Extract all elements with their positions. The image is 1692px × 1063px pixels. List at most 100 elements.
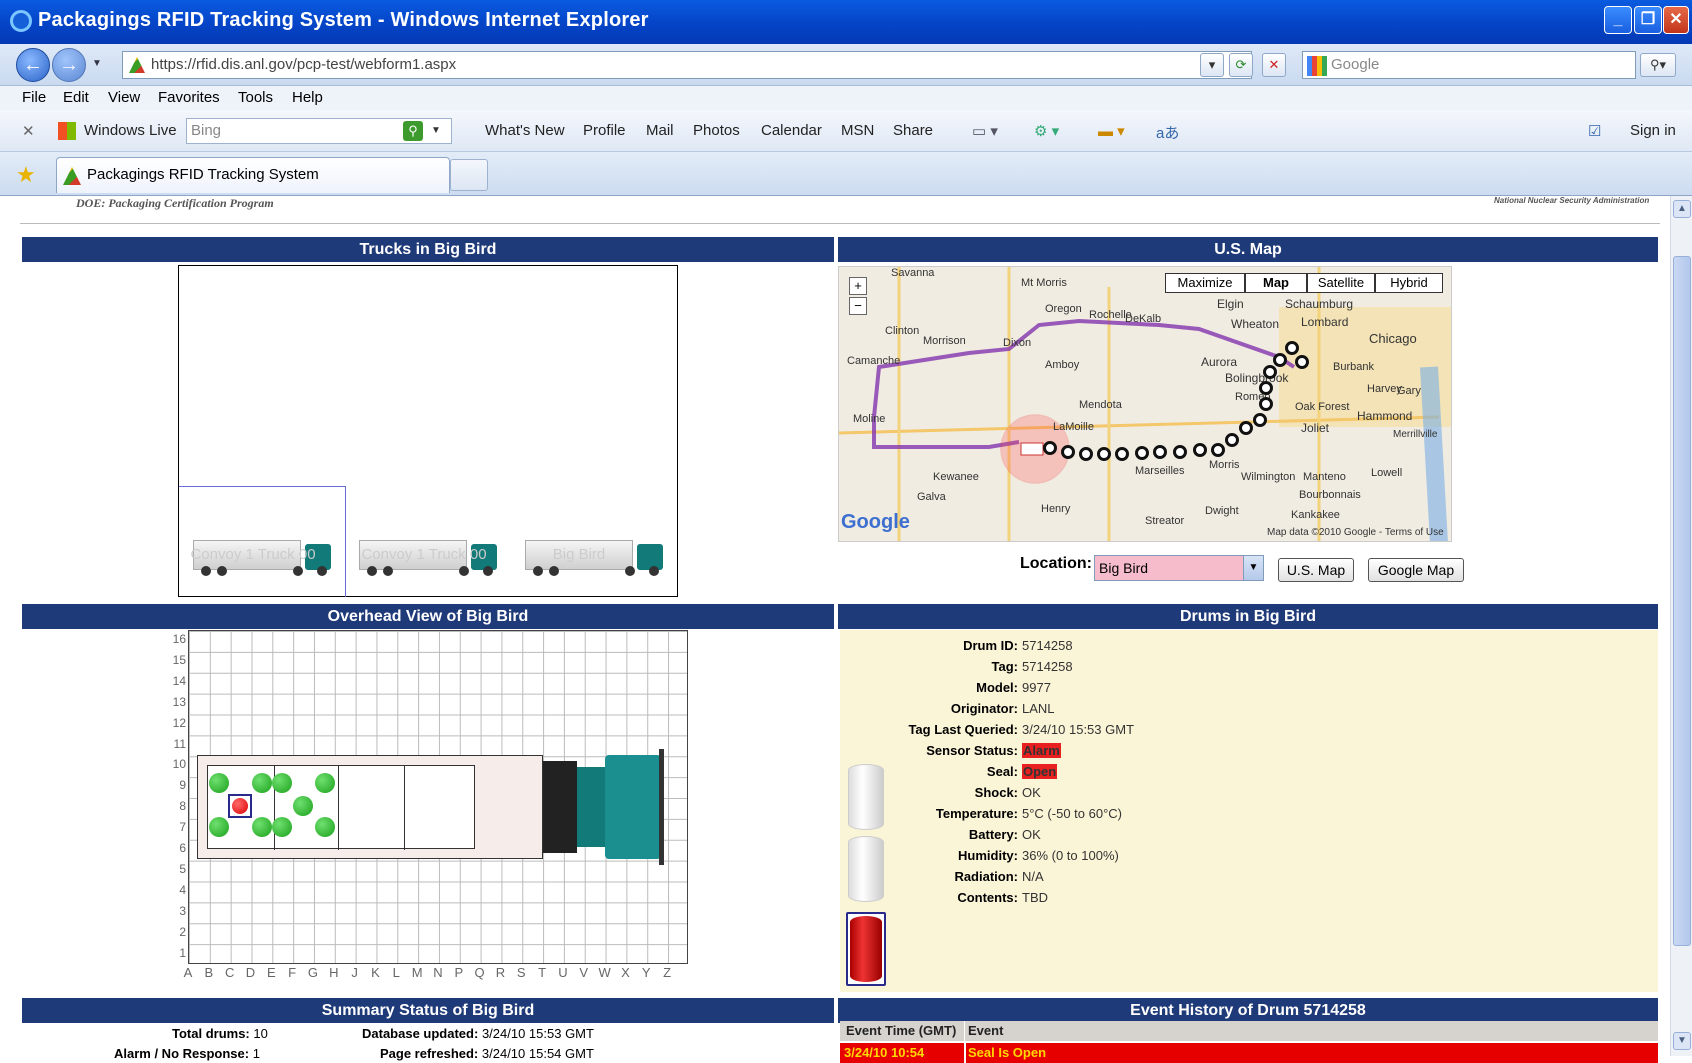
menu-file[interactable]: File bbox=[22, 89, 46, 106]
link-calendar[interactable]: Calendar bbox=[761, 122, 822, 139]
link-share[interactable]: Share bbox=[893, 122, 933, 139]
route-stop-marker[interactable] bbox=[1153, 445, 1167, 459]
scroll-up-icon[interactable]: ▲ bbox=[1673, 200, 1691, 218]
back-button[interactable]: ← bbox=[16, 48, 50, 82]
bing-search-input[interactable]: Bing ⚲ ▼ bbox=[186, 118, 452, 144]
folder-icon[interactable]: ▬ ▾ bbox=[1098, 122, 1125, 140]
menu-favorites[interactable]: Favorites bbox=[158, 89, 220, 106]
drum-marker-green[interactable] bbox=[272, 817, 292, 837]
map-credit[interactable]: Map data ©2010 Google - Terms of Use bbox=[1267, 527, 1444, 538]
route-stop-marker[interactable] bbox=[1193, 443, 1207, 457]
menu-tools[interactable]: Tools bbox=[238, 89, 273, 106]
maximize-button[interactable]: ❐ bbox=[1634, 6, 1662, 34]
search-go-icon[interactable]: ⚲▾ bbox=[1640, 53, 1676, 77]
google-map-button[interactable]: Google Map bbox=[1368, 558, 1464, 582]
col-event-time[interactable]: Event Time (GMT) bbox=[846, 1021, 956, 1041]
link-msn[interactable]: MSN bbox=[841, 122, 874, 139]
link-photos[interactable]: Photos bbox=[693, 122, 740, 139]
map-type-map-button[interactable]: Map bbox=[1245, 273, 1307, 293]
truck-card[interactable]: Big Bird bbox=[525, 536, 685, 576]
menu-help[interactable]: Help bbox=[292, 89, 323, 106]
menu-view[interactable]: View bbox=[108, 89, 140, 106]
vertical-scrollbar[interactable]: ▲ ▼ bbox=[1670, 196, 1692, 1056]
drum-marker-alarm[interactable] bbox=[228, 794, 252, 818]
summary-db-updated: Database updated: 3/24/10 15:53 GMT bbox=[362, 1026, 594, 1041]
drum-marker-green[interactable] bbox=[272, 773, 292, 793]
drum-marker-green[interactable] bbox=[209, 773, 229, 793]
route-stop-marker[interactable] bbox=[1173, 445, 1187, 459]
checkbox-icon[interactable]: ☑ bbox=[1588, 122, 1601, 140]
scrollbar-thumb[interactable] bbox=[1673, 256, 1691, 946]
route-stop-marker[interactable] bbox=[1115, 447, 1129, 461]
menu-bar: File Edit View Favorites Tools Help bbox=[0, 86, 1692, 110]
route-stop-marker[interactable] bbox=[1273, 353, 1287, 367]
windows-live-link[interactable]: Windows Live bbox=[84, 122, 177, 139]
route-stop-marker[interactable] bbox=[1239, 421, 1253, 435]
route-stop-marker[interactable] bbox=[1135, 446, 1149, 460]
url-dropdown-icon[interactable]: ▾ bbox=[1200, 53, 1224, 77]
sign-in-link[interactable]: Sign in bbox=[1630, 122, 1676, 139]
route-stop-marker[interactable] bbox=[1253, 413, 1267, 427]
favorites-star-icon[interactable]: ★ bbox=[16, 162, 36, 188]
route-stop-marker[interactable] bbox=[1211, 443, 1225, 457]
tools-icon[interactable]: ⚙ ▾ bbox=[1034, 122, 1059, 140]
zoom-in-button[interactable]: + bbox=[849, 277, 867, 295]
summary-header: Summary Status of Big Bird bbox=[22, 998, 834, 1023]
bing-search-icon[interactable]: ⚲ bbox=[403, 121, 423, 141]
toolbar-close-icon[interactable]: ✕ bbox=[22, 122, 35, 140]
us-map-button[interactable]: U.S. Map bbox=[1278, 558, 1354, 582]
google-map[interactable]: + − Maximize Map Satellite Hybrid Savann… bbox=[838, 266, 1452, 542]
new-tab-button[interactable] bbox=[450, 159, 488, 191]
close-button[interactable]: ✕ bbox=[1663, 6, 1689, 34]
col-event[interactable]: Event bbox=[968, 1021, 1003, 1041]
drum-marker-green[interactable] bbox=[252, 773, 272, 793]
zoom-out-button[interactable]: − bbox=[849, 297, 867, 315]
scroll-down-icon[interactable]: ▼ bbox=[1673, 1032, 1691, 1050]
truck-card[interactable]: Convoy 1 Truck 00 bbox=[359, 536, 519, 576]
route-stop-marker[interactable] bbox=[1043, 441, 1057, 455]
event-row[interactable]: 3/24/10 10:54 Seal Is Open bbox=[840, 1043, 1658, 1063]
menu-edit[interactable]: Edit bbox=[63, 89, 89, 106]
route-stop-marker[interactable] bbox=[1061, 445, 1075, 459]
drum-marker-green[interactable] bbox=[315, 773, 335, 793]
location-select[interactable]: Big Bird ▼ bbox=[1094, 555, 1264, 581]
forward-button[interactable]: → bbox=[52, 48, 86, 82]
drum-icon[interactable] bbox=[848, 836, 884, 902]
drum-marker-green[interactable] bbox=[293, 796, 313, 816]
map-place: Harvey bbox=[1367, 383, 1402, 395]
truck-card[interactable]: Convoy 1 Truck 00 bbox=[190, 536, 353, 576]
minimize-button[interactable]: _ bbox=[1604, 6, 1632, 34]
drum-marker-green[interactable] bbox=[209, 817, 229, 837]
history-dropdown-icon[interactable]: ▼ bbox=[92, 58, 102, 69]
route-stop-marker[interactable] bbox=[1295, 355, 1309, 369]
map-type-satellite-button[interactable]: Satellite bbox=[1307, 273, 1375, 293]
drum-marker-green[interactable] bbox=[315, 817, 335, 837]
url-input[interactable]: https://rfid.dis.anl.gov/pcp-test/webfor… bbox=[122, 51, 1252, 79]
drum-icon[interactable] bbox=[848, 764, 884, 830]
selected-drum-frame[interactable] bbox=[846, 912, 886, 986]
route-stop-marker[interactable] bbox=[1263, 365, 1277, 379]
translate-icon[interactable]: aあ bbox=[1156, 122, 1179, 143]
drum-marker-green[interactable] bbox=[252, 817, 272, 837]
link-mail[interactable]: Mail bbox=[646, 122, 674, 139]
stop-icon[interactable]: ✕ bbox=[1262, 53, 1286, 77]
search-input[interactable]: Google bbox=[1302, 51, 1636, 79]
route-stop-marker[interactable] bbox=[1225, 433, 1239, 447]
map-type-hybrid-button[interactable]: Hybrid bbox=[1375, 273, 1443, 293]
route-stop-marker[interactable] bbox=[1285, 341, 1299, 355]
link-profile[interactable]: Profile bbox=[583, 122, 626, 139]
bing-dropdown-icon[interactable]: ▼ bbox=[431, 119, 441, 143]
y-axis-label: 2 bbox=[179, 924, 186, 939]
site-icon bbox=[129, 57, 145, 73]
refresh-icon[interactable]: ⟳ bbox=[1229, 53, 1253, 77]
summary-total-label: Total drums: bbox=[172, 1026, 250, 1041]
map-maximize-button[interactable]: Maximize bbox=[1165, 273, 1245, 293]
route-stop-marker[interactable] bbox=[1259, 381, 1273, 395]
route-stop-marker[interactable] bbox=[1259, 397, 1273, 411]
page-icon[interactable]: ▭ ▾ bbox=[972, 122, 998, 140]
tab-active[interactable]: Packagings RFID Tracking System bbox=[56, 157, 450, 193]
route-stop-marker[interactable] bbox=[1097, 447, 1111, 461]
route-stop-marker[interactable] bbox=[1079, 447, 1093, 461]
link-whats-new[interactable]: What's New bbox=[485, 122, 565, 139]
map-place: Amboy bbox=[1045, 359, 1080, 371]
